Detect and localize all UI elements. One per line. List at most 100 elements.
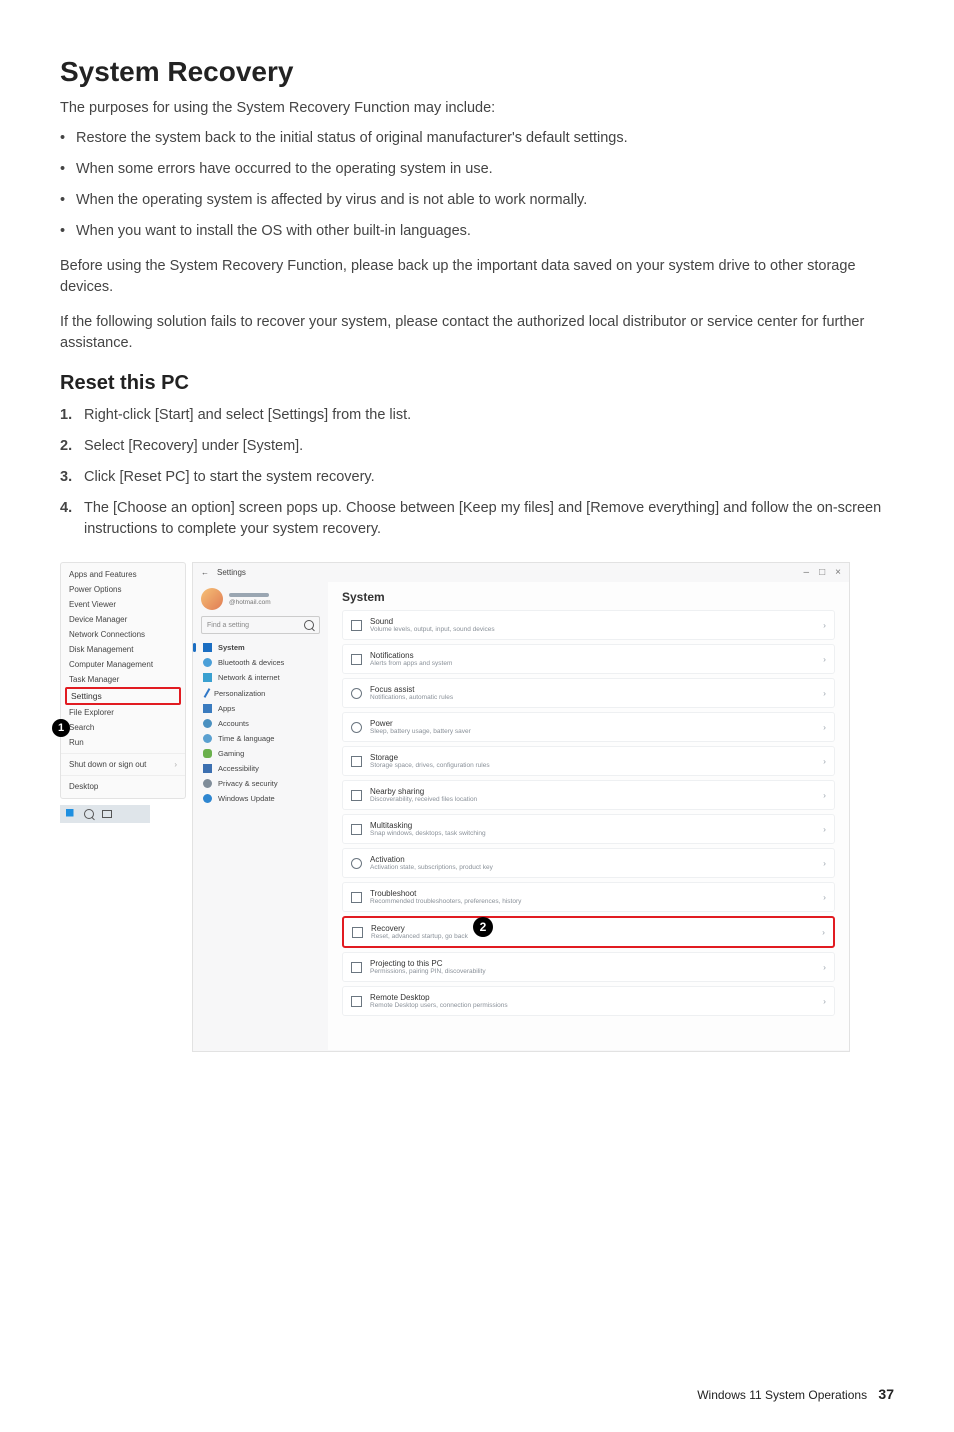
contact-note: If the following solution fails to recov… bbox=[60, 312, 894, 354]
row-desc: Sleep, battery usage, battery saver bbox=[370, 728, 471, 735]
start-icon[interactable] bbox=[66, 809, 76, 819]
multitask-icon bbox=[351, 824, 362, 835]
nav-label: Windows Update bbox=[218, 794, 275, 803]
row-desc: Reset, advanced startup, go back bbox=[371, 933, 468, 940]
row-desc: Recommended troubleshooters, preferences… bbox=[370, 898, 521, 905]
remote-icon bbox=[351, 996, 362, 1007]
taskbar bbox=[60, 805, 150, 823]
account-header[interactable]: @hotmail.com bbox=[201, 588, 320, 610]
menu-item-device-manager[interactable]: Device Manager bbox=[61, 612, 185, 627]
search-icon bbox=[304, 620, 314, 630]
menu-item-task-manager[interactable]: Task Manager bbox=[61, 672, 185, 687]
menu-item-run[interactable]: Run bbox=[61, 735, 185, 750]
row-notifications[interactable]: NotificationsAlerts from apps and system… bbox=[342, 644, 835, 674]
chevron-right-icon: › bbox=[823, 790, 826, 800]
bullet-item: When you want to install the OS with oth… bbox=[60, 221, 894, 242]
nav-personalization[interactable]: Personalization bbox=[201, 685, 320, 701]
row-desc: Alerts from apps and system bbox=[370, 660, 452, 667]
troubleshoot-icon bbox=[351, 892, 362, 903]
row-storage[interactable]: StorageStorage space, drives, configurat… bbox=[342, 746, 835, 776]
nav-label: Apps bbox=[218, 704, 235, 713]
nav-windows-update[interactable]: Windows Update bbox=[201, 791, 320, 806]
menu-item-desktop[interactable]: Desktop bbox=[61, 779, 185, 794]
row-desc: Storage space, drives, configuration rul… bbox=[370, 762, 490, 769]
nav-time-language[interactable]: Time & language bbox=[201, 731, 320, 746]
nav-system[interactable]: System bbox=[201, 640, 320, 655]
settings-sidebar: @hotmail.com Find a setting System Bluet… bbox=[193, 582, 328, 1050]
screenshot-region: Apps and Features Power Options Event Vi… bbox=[60, 562, 850, 1052]
window-close-button[interactable]: × bbox=[835, 567, 841, 578]
menu-separator bbox=[61, 753, 185, 754]
system-panel: System SoundVolume levels, output, input… bbox=[328, 582, 849, 1050]
nav-label: System bbox=[218, 643, 245, 652]
menu-item-power-options[interactable]: Power Options bbox=[61, 582, 185, 597]
footer-label: Windows 11 System Operations bbox=[697, 1388, 867, 1402]
nav-network[interactable]: Network & internet bbox=[201, 670, 320, 685]
chevron-right-icon: › bbox=[823, 756, 826, 766]
back-button[interactable]: ← bbox=[201, 568, 209, 577]
step-item: Click [Reset PC] to start the system rec… bbox=[60, 467, 894, 488]
menu-item-file-explorer[interactable]: File Explorer bbox=[61, 705, 185, 720]
page-footer: Windows 11 System Operations 37 bbox=[697, 1386, 894, 1402]
row-sound[interactable]: SoundVolume levels, output, input, sound… bbox=[342, 610, 835, 640]
taskbar-search-icon[interactable] bbox=[84, 809, 94, 819]
bullet-item: Restore the system back to the initial s… bbox=[60, 128, 894, 149]
row-focus-assist[interactable]: Focus assistNotifications, automatic rul… bbox=[342, 678, 835, 708]
settings-window: ← Settings – □ × @hotmail.com Find bbox=[192, 562, 850, 1052]
nav-bluetooth[interactable]: Bluetooth & devices bbox=[201, 655, 320, 670]
row-power[interactable]: PowerSleep, battery usage, battery saver… bbox=[342, 712, 835, 742]
row-title: Storage bbox=[370, 753, 490, 762]
row-title: Remote Desktop bbox=[370, 993, 508, 1002]
taskview-icon[interactable] bbox=[102, 810, 112, 818]
nav-label: Bluetooth & devices bbox=[218, 658, 284, 667]
find-setting-input[interactable]: Find a setting bbox=[201, 616, 320, 634]
gaming-icon bbox=[203, 749, 212, 758]
step-item: The [Choose an option] screen pops up. C… bbox=[60, 498, 894, 540]
nav-apps[interactable]: Apps bbox=[201, 701, 320, 716]
menu-item-shutdown-signout[interactable]: Shut down or sign out bbox=[61, 757, 185, 772]
row-title: Activation bbox=[370, 855, 493, 864]
row-projecting[interactable]: Projecting to this PCPermissions, pairin… bbox=[342, 952, 835, 982]
bell-icon bbox=[351, 654, 362, 665]
nav-accessibility[interactable]: Accessibility bbox=[201, 761, 320, 776]
privacy-icon bbox=[203, 779, 212, 788]
window-minimize-button[interactable]: – bbox=[804, 567, 810, 578]
bullet-item: When the operating system is affected by… bbox=[60, 190, 894, 211]
window-maximize-button[interactable]: □ bbox=[819, 567, 825, 578]
menu-item-network-connections[interactable]: Network Connections bbox=[61, 627, 185, 642]
row-troubleshoot[interactable]: TroubleshootRecommended troubleshooters,… bbox=[342, 882, 835, 912]
row-title: Power bbox=[370, 719, 471, 728]
nav-privacy[interactable]: Privacy & security bbox=[201, 776, 320, 791]
menu-item-disk-management[interactable]: Disk Management bbox=[61, 642, 185, 657]
row-recovery-highlight[interactable]: RecoveryReset, advanced startup, go back… bbox=[342, 916, 835, 948]
menu-item-search[interactable]: Search bbox=[61, 720, 185, 735]
page-number: 37 bbox=[878, 1386, 894, 1402]
personalization-icon bbox=[204, 688, 211, 698]
chevron-right-icon: › bbox=[823, 962, 826, 972]
menu-item-apps-features[interactable]: Apps and Features bbox=[61, 567, 185, 582]
chevron-right-icon: › bbox=[823, 858, 826, 868]
window-title: Settings bbox=[217, 568, 246, 577]
row-desc: Snap windows, desktops, task switching bbox=[370, 830, 486, 837]
menu-item-settings-highlight[interactable]: Settings bbox=[65, 687, 181, 705]
share-icon bbox=[351, 790, 362, 801]
row-remote-desktop[interactable]: Remote DesktopRemote Desktop users, conn… bbox=[342, 986, 835, 1016]
menu-item-event-viewer[interactable]: Event Viewer bbox=[61, 597, 185, 612]
row-activation[interactable]: ActivationActivation state, subscription… bbox=[342, 848, 835, 878]
sound-icon bbox=[351, 620, 362, 631]
chevron-right-icon: › bbox=[823, 996, 826, 1006]
account-name-placeholder bbox=[229, 593, 269, 597]
nav-gaming[interactable]: Gaming bbox=[201, 746, 320, 761]
nav-accounts[interactable]: Accounts bbox=[201, 716, 320, 731]
network-icon bbox=[203, 673, 212, 682]
row-title: Focus assist bbox=[370, 685, 453, 694]
menu-item-computer-management[interactable]: Computer Management bbox=[61, 657, 185, 672]
accounts-icon bbox=[203, 719, 212, 728]
row-nearby-sharing[interactable]: Nearby sharingDiscoverability, received … bbox=[342, 780, 835, 810]
window-titlebar: ← Settings – □ × bbox=[193, 563, 849, 582]
bullet-item: When some errors have occurred to the op… bbox=[60, 159, 894, 180]
chevron-right-icon: › bbox=[823, 688, 826, 698]
intro-text: The purposes for using the System Recove… bbox=[60, 100, 894, 116]
row-multitasking[interactable]: MultitaskingSnap windows, desktops, task… bbox=[342, 814, 835, 844]
chevron-right-icon: › bbox=[823, 620, 826, 630]
